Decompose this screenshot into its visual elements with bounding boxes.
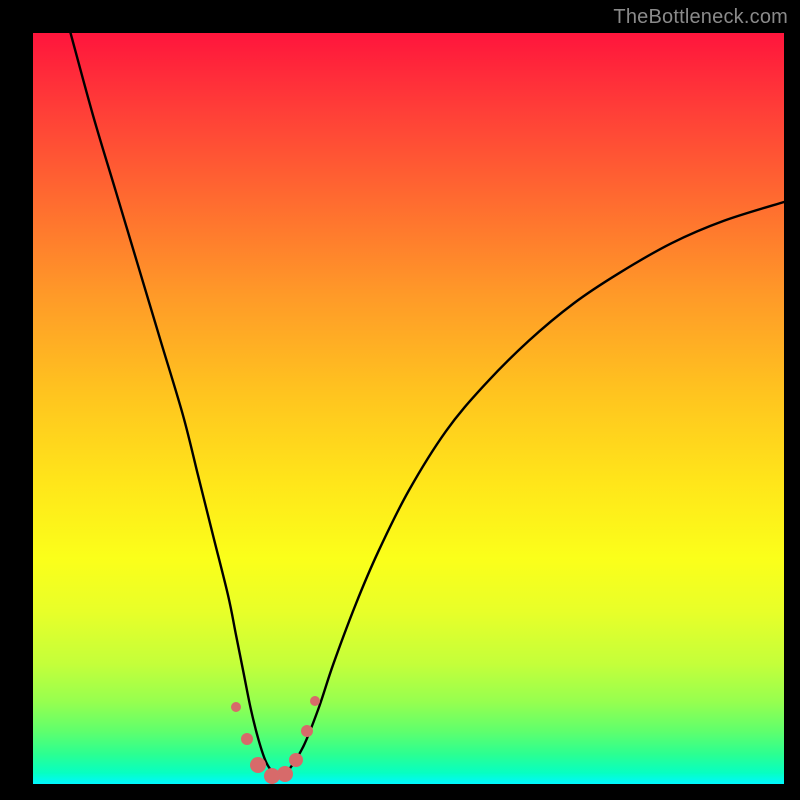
- chart-frame: TheBottleneck.com: [0, 0, 800, 800]
- curve-marker: [277, 766, 293, 782]
- curve-marker: [231, 702, 241, 712]
- plot-area: [33, 33, 784, 784]
- curve-marker: [241, 733, 253, 745]
- curve-marker: [289, 753, 303, 767]
- bottleneck-curve: [33, 33, 784, 784]
- curve-marker: [301, 725, 313, 737]
- curve-marker: [310, 696, 320, 706]
- watermark-text: TheBottleneck.com: [613, 6, 788, 29]
- curve-marker: [250, 757, 266, 773]
